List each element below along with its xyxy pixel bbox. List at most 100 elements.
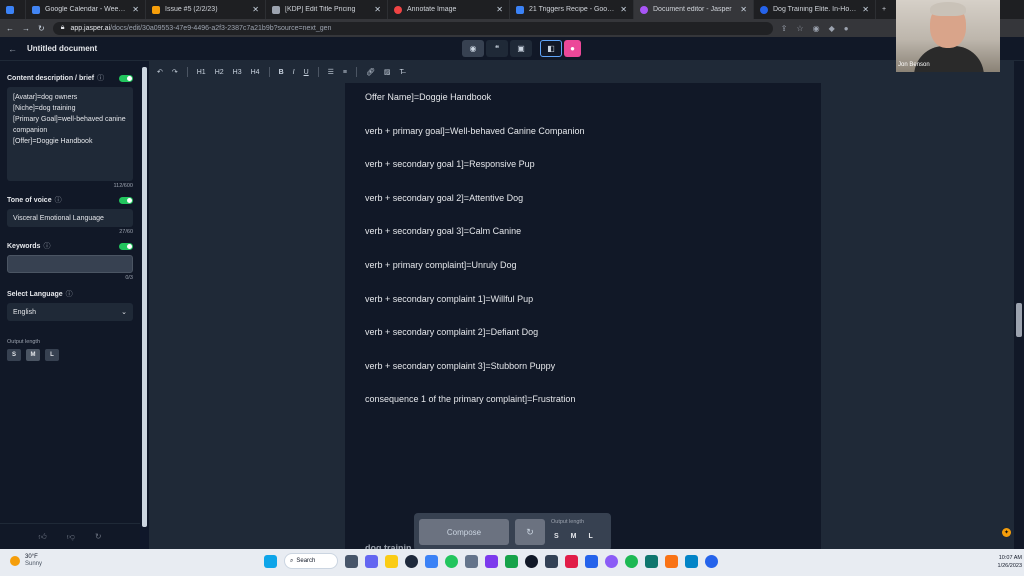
spotify-icon[interactable] xyxy=(625,554,638,568)
app-icon[interactable] xyxy=(665,554,678,568)
forward-arrow-icon[interactable]: → xyxy=(22,24,30,33)
url-input[interactable]: 🔒︎ app.jasper.ai/docs/edit/30a09553-47e9… xyxy=(52,21,773,35)
close-icon[interactable]: ✕ xyxy=(620,5,627,14)
app-icon[interactable] xyxy=(465,554,478,568)
chat-app-icon[interactable] xyxy=(365,554,378,568)
link-icon[interactable]: 🔗︎ xyxy=(366,68,375,76)
app-icon[interactable] xyxy=(685,554,698,568)
browser-tab[interactable]: Dog Training Elite. In-Home Do✕ xyxy=(754,0,876,19)
document-line[interactable]: verb + secondary complaint 3]=Stubborn P… xyxy=(365,361,555,371)
browser-tab[interactable]: Annotate Image ✕ xyxy=(388,0,510,19)
scrollbar-thumb[interactable] xyxy=(142,67,147,527)
browser-tab-active[interactable]: Document editor - Jasper ✕ xyxy=(634,0,754,19)
info-icon[interactable]: ⓘ xyxy=(66,291,73,298)
refresh-icon[interactable]: ↻ xyxy=(95,532,102,541)
tone-input[interactable]: Visceral Emotional Language xyxy=(7,209,133,227)
close-icon[interactable]: ✕ xyxy=(132,5,139,14)
zoom-icon[interactable] xyxy=(705,554,718,568)
back-arrow-icon[interactable]: ← xyxy=(6,24,14,33)
brief-toggle[interactable] xyxy=(119,74,133,82)
regenerate-button[interactable]: ↻ xyxy=(515,519,545,545)
compose-size-large[interactable]: L xyxy=(589,533,593,540)
underline-button[interactable]: U xyxy=(304,69,309,76)
undo-icon[interactable]: ↶ xyxy=(157,68,163,76)
editor-scrollbar[interactable] xyxy=(1014,61,1024,549)
clear-format-icon[interactable]: T̶ xyxy=(400,69,404,76)
document-title[interactable]: Untitled document xyxy=(27,44,97,53)
close-icon[interactable]: ✕ xyxy=(496,5,503,14)
keywords-input[interactable] xyxy=(7,255,133,273)
browser-tab[interactable]: [KDP] Edit Title Pricing ✕ xyxy=(266,0,388,19)
heading-3-button[interactable]: H3 xyxy=(233,69,242,76)
extension-icon[interactable]: ● xyxy=(844,24,849,33)
preview-eye-button[interactable]: ◉ xyxy=(462,40,484,57)
split-view-button[interactable]: ◧ xyxy=(540,40,562,57)
brief-textarea[interactable]: [Avatar]=dog owners [Niche]=dog training… xyxy=(7,87,133,181)
system-clock[interactable]: 10:07 AM 1/26/2023 xyxy=(982,554,1022,570)
keywords-toggle[interactable] xyxy=(119,242,133,250)
scrollbar-thumb[interactable] xyxy=(1016,303,1022,337)
info-icon[interactable]: ⓘ xyxy=(97,75,104,82)
app-icon[interactable] xyxy=(485,554,498,568)
document-line[interactable]: verb + primary complaint]=Unruly Dog xyxy=(365,260,517,270)
app-icon[interactable] xyxy=(525,554,538,568)
size-large-button[interactable]: L xyxy=(45,349,59,361)
close-icon[interactable]: ✕ xyxy=(862,5,869,14)
close-icon[interactable]: ✕ xyxy=(374,5,381,14)
new-tab-button[interactable]: + xyxy=(876,0,896,19)
app-icon[interactable] xyxy=(565,554,578,568)
document-line[interactable]: verb + secondary goal 2]=Attentive Dog xyxy=(365,193,523,203)
tone-toggle[interactable] xyxy=(119,196,133,204)
numbered-list-icon[interactable]: ☰ xyxy=(328,68,334,76)
compose-button[interactable]: Compose xyxy=(419,519,509,545)
heading-4-button[interactable]: H4 xyxy=(251,69,260,76)
chat-button[interactable]: ❝ xyxy=(486,40,508,57)
reload-icon[interactable]: ↻ xyxy=(38,24,45,33)
mail-icon[interactable] xyxy=(425,554,438,568)
chrome-icon[interactable] xyxy=(445,554,458,568)
app-icon[interactable] xyxy=(545,554,558,568)
task-view-icon[interactable] xyxy=(345,554,358,568)
document-line[interactable]: verb + secondary complaint 2]=Defiant Do… xyxy=(365,327,538,337)
info-icon[interactable]: ⓘ xyxy=(43,243,50,250)
app-icon[interactable] xyxy=(645,554,658,568)
dell-icon[interactable] xyxy=(405,554,418,568)
close-icon[interactable]: ✕ xyxy=(252,5,259,14)
share-icon[interactable]: ⇪ xyxy=(781,24,788,33)
bold-button[interactable]: B xyxy=(279,69,284,76)
help-bubble-icon[interactable]: ✦ xyxy=(1002,528,1011,537)
document-line[interactable]: Offer Name]=Doggie Handbook xyxy=(365,92,491,102)
size-small-button[interactable]: S xyxy=(7,349,21,361)
sidebar-scrollbar[interactable] xyxy=(140,61,149,549)
messenger-icon[interactable] xyxy=(605,554,618,568)
image-icon[interactable]: ▨ xyxy=(384,68,391,76)
document-line[interactable]: verb + primary goal]=Well-behaved Canine… xyxy=(365,126,584,136)
compose-size-small[interactable]: S xyxy=(554,533,559,540)
heading-1-button[interactable]: H1 xyxy=(197,69,206,76)
heading-2-button[interactable]: H2 xyxy=(215,69,224,76)
file-explorer-icon[interactable] xyxy=(385,554,398,568)
language-select[interactable]: English ⌄ xyxy=(7,303,133,321)
taskbar-search[interactable]: ⌕ Search xyxy=(284,553,338,569)
browser-tab[interactable]: Issue #5 (2/2/23) ✕ xyxy=(146,0,266,19)
extension-icon[interactable]: ◆ xyxy=(829,24,835,33)
browser-tab[interactable]: Google Calendar - Week of Jan✕ xyxy=(26,0,146,19)
compose-size-medium[interactable]: M xyxy=(571,533,577,540)
size-medium-button[interactable]: M xyxy=(26,349,40,361)
close-icon[interactable]: ✕ xyxy=(740,5,747,14)
browser-tab[interactable] xyxy=(0,0,26,19)
template-button[interactable]: ▣ xyxy=(510,40,532,57)
document-page[interactable]: Offer Name]=Doggie Handbook verb + prima… xyxy=(345,83,821,553)
thumbs-down-icon[interactable]: 👎︎ xyxy=(67,532,75,542)
info-icon[interactable]: ⓘ xyxy=(55,197,62,204)
document-line[interactable]: verb + secondary complaint 1]=Willful Pu… xyxy=(365,294,533,304)
bullet-list-icon[interactable]: ≡ xyxy=(343,69,347,76)
app-icon[interactable] xyxy=(585,554,598,568)
browser-tab[interactable]: 21 Triggers Recipe - Google Do✕ xyxy=(510,0,634,19)
app-icon[interactable] xyxy=(505,554,518,568)
jasper-assistant-button[interactable]: ● xyxy=(564,40,581,57)
italic-button[interactable]: I xyxy=(293,69,295,76)
windows-start-icon[interactable] xyxy=(264,554,277,568)
back-arrow-icon[interactable]: ← xyxy=(8,44,17,54)
weather-widget[interactable]: 30°F Sunny xyxy=(10,554,42,568)
